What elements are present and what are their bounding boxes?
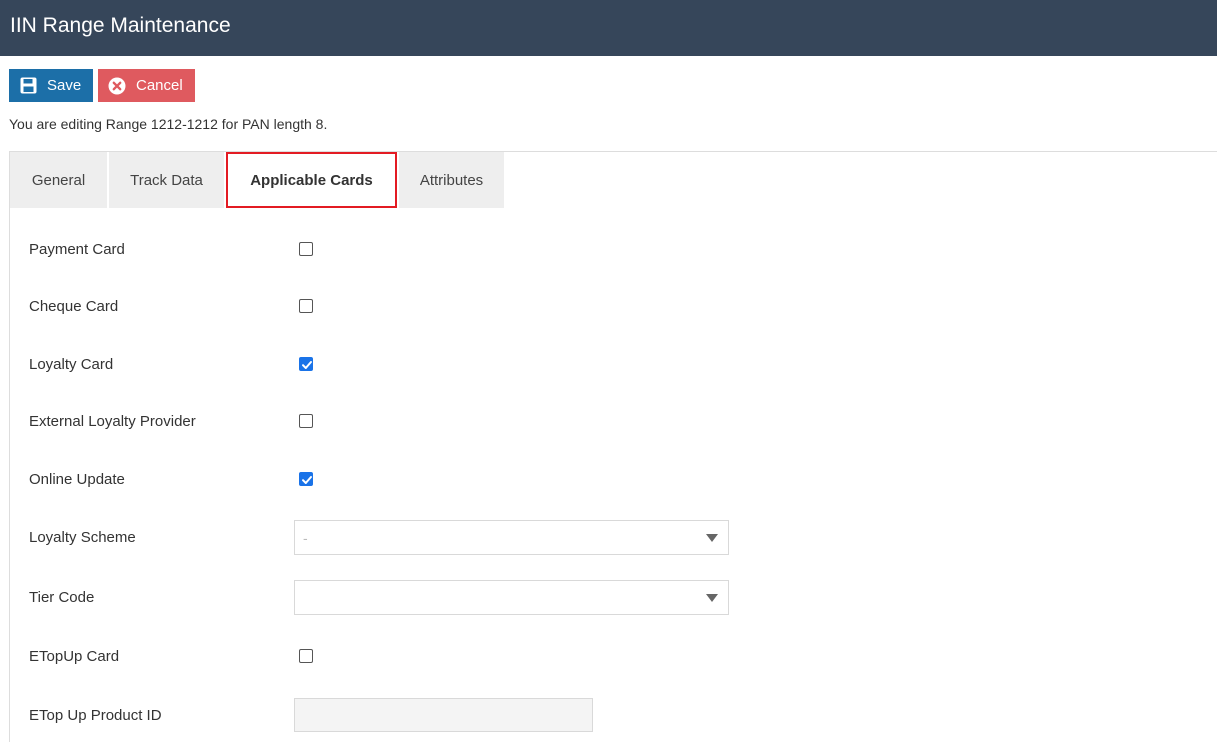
save-button-label: Save — [47, 77, 82, 94]
checkmark-icon — [302, 361, 312, 369]
caret-down-icon — [706, 534, 718, 542]
cheque-card-checkbox[interactable] — [299, 299, 313, 313]
tier-code-select[interactable] — [294, 580, 729, 615]
cancel-button-label: Cancel — [136, 77, 183, 94]
tab-attributes[interactable]: Attributes — [399, 152, 506, 208]
cheque-card-label: Cheque Card — [29, 298, 119, 315]
payment-card-checkbox[interactable] — [299, 242, 313, 256]
tab-bar: General Track Data Applicable Cards Attr… — [10, 152, 506, 208]
tab-general[interactable]: General — [10, 152, 109, 208]
panel-border — [9, 151, 10, 742]
payment-card-label: Payment Card — [29, 241, 125, 258]
header-bar: IIN Range Maintenance — [0, 0, 1217, 56]
external-loyalty-provider-label: External Loyalty Provider — [29, 413, 196, 430]
tier-code-label: Tier Code — [29, 589, 95, 606]
loyalty-scheme-select[interactable]: - — [294, 520, 729, 555]
checkmark-icon — [302, 476, 312, 484]
etopup-card-label: ETopUp Card — [29, 648, 120, 665]
loyalty-card-label: Loyalty Card — [29, 356, 114, 373]
page-title: IIN Range Maintenance — [10, 14, 231, 37]
loyalty-card-checkbox[interactable] — [299, 357, 313, 371]
editing-message: You are editing Range 1212-1212 for PAN … — [9, 116, 328, 132]
tab-track-data[interactable]: Track Data — [109, 152, 226, 208]
tab-applicable-cards[interactable]: Applicable Cards — [226, 152, 397, 208]
close-circle-icon — [108, 77, 126, 95]
loyalty-scheme-label: Loyalty Scheme — [29, 529, 136, 546]
etop-up-product-id-input[interactable] — [294, 698, 593, 732]
save-button[interactable]: Save — [9, 69, 93, 102]
online-update-checkbox[interactable] — [299, 472, 313, 486]
loyalty-scheme-value: - — [303, 530, 308, 546]
caret-down-icon — [706, 594, 718, 602]
etop-up-product-id-label: ETop Up Product ID — [29, 707, 162, 724]
cancel-button[interactable]: Cancel — [98, 69, 195, 102]
floppy-disk-icon — [19, 77, 37, 95]
online-update-label: Online Update — [29, 471, 125, 488]
external-loyalty-provider-checkbox[interactable] — [299, 414, 313, 428]
etopup-card-checkbox[interactable] — [299, 649, 313, 663]
